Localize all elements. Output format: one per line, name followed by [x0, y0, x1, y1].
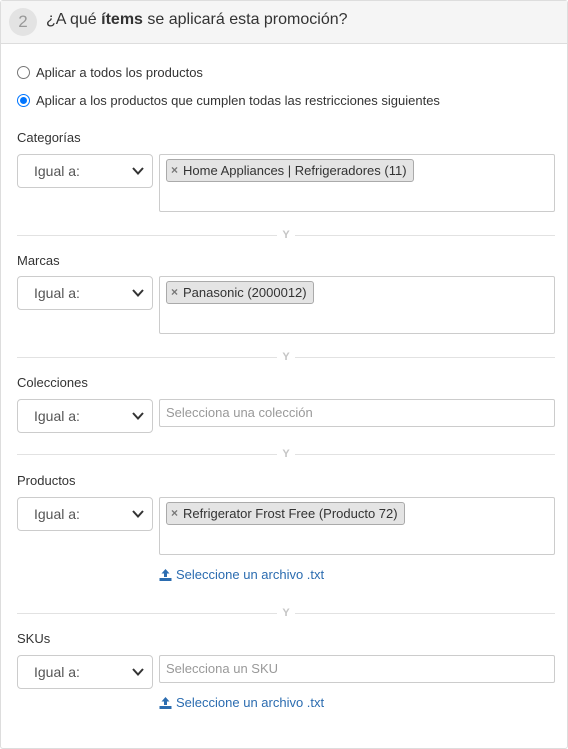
products-upload-link[interactable]: Seleccione un archivo .txt	[159, 567, 324, 582]
products-operator-select[interactable]: Igual a:	[17, 497, 153, 531]
radio-restricted-products[interactable]: Aplicar a los productos que cumplen toda…	[17, 91, 440, 109]
radio-button[interactable]	[17, 65, 30, 79]
step-number: 2	[9, 8, 37, 36]
products-tag-input[interactable]: × Refrigerator Frost Free (Producto 72)	[159, 497, 555, 555]
upload-icon	[159, 696, 172, 709]
skus-operator-select[interactable]: Igual a:	[17, 655, 153, 689]
upload-icon	[159, 568, 172, 581]
promotion-items-panel: 2 ¿A qué ítems se aplicará esta promoció…	[0, 0, 568, 749]
skus-placeholder: Selecciona un SKU	[166, 661, 279, 676]
upload-label[interactable]: Seleccione un archivo .txt	[176, 695, 324, 710]
radio-label: Aplicar a los productos que cumplen toda…	[36, 92, 440, 108]
radio-label: Aplicar a todos los productos	[36, 64, 203, 80]
tag-label: Refrigerator Frost Free (Producto 72)	[183, 506, 398, 521]
chevron-down-icon	[132, 412, 144, 420]
categories-operator-select[interactable]: Igual a:	[17, 154, 153, 188]
panel-header: 2 ¿A qué ítems se aplicará esta promoció…	[1, 1, 567, 44]
product-tag: × Refrigerator Frost Free (Producto 72)	[166, 502, 405, 525]
title-suffix: se aplicará esta promoción?	[142, 11, 348, 28]
collections-operator-select[interactable]: Igual a:	[17, 399, 153, 433]
brand-tag: × Panasonic (2000012)	[166, 281, 314, 304]
close-icon[interactable]: ×	[171, 282, 178, 303]
collections-search-input[interactable]: Selecciona una colección	[159, 399, 555, 427]
and-connector: Y	[277, 607, 295, 619]
select-value: Igual a:	[34, 506, 80, 522]
chevron-down-icon	[132, 510, 144, 518]
select-value: Igual a:	[34, 163, 80, 179]
categories-label: Categorías	[17, 130, 81, 145]
brands-operator-select[interactable]: Igual a:	[17, 276, 153, 310]
skus-label: SKUs	[17, 631, 51, 646]
and-connector: Y	[277, 229, 295, 241]
category-tag: × Home Appliances | Refrigeradores (11)	[166, 159, 414, 182]
select-value: Igual a:	[34, 408, 80, 424]
brands-tag-input[interactable]: × Panasonic (2000012)	[159, 276, 555, 334]
brands-label: Marcas	[17, 253, 60, 268]
radio-all-products[interactable]: Aplicar a todos los productos	[17, 63, 203, 81]
close-icon[interactable]: ×	[171, 160, 178, 181]
skus-upload-link[interactable]: Seleccione un archivo .txt	[159, 695, 324, 710]
page-title: ¿A qué ítems se aplicará esta promoción?	[46, 11, 348, 29]
close-icon[interactable]: ×	[171, 503, 178, 524]
chevron-down-icon	[132, 668, 144, 676]
title-bold: ítems	[101, 11, 143, 28]
select-value: Igual a:	[34, 285, 80, 301]
categories-tag-input[interactable]: × Home Appliances | Refrigeradores (11)	[159, 154, 555, 212]
chevron-down-icon	[132, 167, 144, 175]
title-prefix: ¿A qué	[46, 11, 102, 28]
and-connector: Y	[277, 351, 295, 363]
tag-label: Panasonic (2000012)	[183, 285, 307, 300]
and-connector: Y	[277, 448, 295, 460]
upload-label[interactable]: Seleccione un archivo .txt	[176, 567, 324, 582]
radio-button[interactable]	[17, 93, 30, 107]
chevron-down-icon	[132, 289, 144, 297]
products-label: Productos	[17, 473, 76, 488]
collections-placeholder: Selecciona una colección	[166, 405, 313, 420]
skus-search-input[interactable]: Selecciona un SKU	[159, 655, 555, 683]
tag-label: Home Appliances | Refrigeradores (11)	[183, 163, 407, 178]
select-value: Igual a:	[34, 664, 80, 680]
collections-label: Colecciones	[17, 375, 88, 390]
